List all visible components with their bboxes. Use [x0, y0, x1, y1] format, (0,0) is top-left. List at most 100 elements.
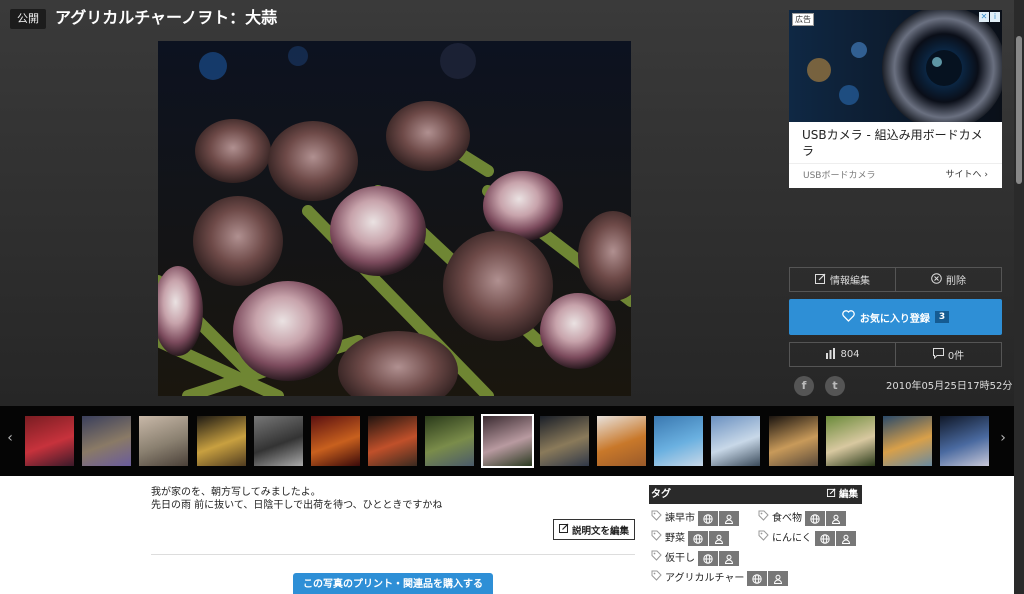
user-icon[interactable]: [709, 531, 729, 546]
delete-icon: [931, 272, 942, 287]
thumb-red-alley[interactable]: [25, 416, 74, 466]
edit-delete-row: 情報編集 削除: [789, 267, 1002, 292]
scrollbar[interactable]: [1014, 0, 1024, 594]
globe-icon[interactable]: [747, 571, 768, 586]
edit-icon: [558, 523, 569, 536]
tag-label[interactable]: 野菜: [665, 531, 685, 547]
globe-icon[interactable]: [698, 551, 718, 566]
tag-item[interactable]: 食べ物: [758, 510, 846, 527]
tag-label[interactable]: アグリカルチャー: [665, 571, 744, 587]
bar-chart-icon: [825, 347, 836, 362]
heart-icon: [842, 309, 855, 325]
ad-label: 広告: [792, 13, 814, 26]
filmstrip-next-icon[interactable]: ›: [996, 430, 1010, 446]
visibility-badge: 公開: [10, 9, 46, 29]
ad-domain: USBボードカメラ: [803, 171, 876, 181]
comment-icon: [932, 347, 944, 362]
tag-actions: [698, 511, 739, 526]
favorite-label: お気に入り登録: [859, 313, 930, 325]
thumb-onions[interactable]: [597, 416, 646, 466]
thumb-harbor[interactable]: [711, 416, 760, 466]
thumb-lantern-street[interactable]: [368, 416, 417, 466]
thumb-beach-sunset[interactable]: [883, 416, 932, 466]
ad-site-link[interactable]: サイトへ ›: [946, 168, 989, 182]
tag-icon: [651, 550, 662, 567]
thumb-night-street[interactable]: [82, 416, 131, 466]
filmstrip: ‹ ›: [0, 406, 1024, 476]
tag-item[interactable]: 仮干し: [651, 550, 739, 567]
thumb-sunset-sky[interactable]: [139, 416, 188, 466]
filmstrip-prev-icon[interactable]: ‹: [3, 430, 17, 446]
divider: [151, 554, 635, 555]
facebook-icon[interactable]: f: [794, 376, 814, 396]
thumb-night-market[interactable]: [197, 416, 246, 466]
comments-stat[interactable]: 0件: [895, 343, 1001, 366]
thumb-shop-window[interactable]: [769, 416, 818, 466]
favorite-button[interactable]: お気に入り登録 3: [789, 299, 1002, 335]
delete-button[interactable]: 削除: [895, 268, 1001, 291]
views-count: 804: [840, 349, 860, 360]
edit-icon: [815, 273, 826, 287]
thumb-night-bus[interactable]: [940, 416, 989, 466]
favorite-count: 3: [934, 311, 950, 323]
user-icon[interactable]: [768, 571, 789, 586]
chevron-right-icon: ›: [984, 170, 988, 180]
tag-icon: [651, 510, 662, 527]
tag-icon: [651, 530, 662, 547]
ad-banner[interactable]: 広告 ✕ i USBカメラ - 組込み用ボードカメラ USBボードカメラ サイト…: [789, 10, 1002, 188]
user-icon[interactable]: [719, 511, 739, 526]
main-photo[interactable]: [158, 41, 631, 396]
thumb-garlic[interactable]: [481, 414, 534, 468]
edit-info-button[interactable]: 情報編集: [790, 268, 895, 291]
tag-icon: [651, 570, 662, 587]
page-title: アグリカルチャーノヲト：大蒜: [55, 8, 278, 27]
edit-tags-label: 編集: [838, 489, 858, 500]
user-icon[interactable]: [826, 511, 846, 526]
stats-row: 804 0件: [789, 342, 1002, 367]
views-stat[interactable]: 804: [790, 343, 895, 366]
delete-label: 削除: [946, 276, 966, 287]
globe-icon[interactable]: [698, 511, 718, 526]
tag-actions: [698, 551, 739, 566]
tag-item[interactable]: にんにく: [758, 530, 856, 547]
ad-divider: [789, 163, 1002, 164]
tag-label[interactable]: 仮干し: [665, 551, 695, 567]
tag-icon: [758, 510, 769, 527]
thumb-night-table[interactable]: [540, 416, 589, 466]
tag-actions: [814, 531, 856, 546]
thumb-cat-red[interactable]: [311, 416, 360, 466]
twitter-icon[interactable]: t: [825, 376, 845, 396]
tag-label[interactable]: 諫早市: [665, 511, 695, 527]
ad-close-icon[interactable]: ✕: [979, 12, 989, 22]
ad-image[interactable]: [789, 10, 1002, 122]
tag-label[interactable]: にんにく: [772, 531, 812, 547]
globe-icon[interactable]: [805, 511, 825, 526]
description-line-1: 我が家のを、朝方写してみましたよ。: [151, 487, 321, 498]
user-icon[interactable]: [835, 531, 856, 546]
edit-info-label: 情報編集: [830, 276, 870, 287]
scrollbar-thumb[interactable]: [1016, 36, 1022, 184]
globe-icon[interactable]: [688, 531, 708, 546]
edit-description-button[interactable]: 説明文を編集: [553, 519, 635, 540]
thumb-box-green[interactable]: [826, 416, 875, 466]
tag-item[interactable]: アグリカルチャー: [651, 570, 789, 587]
ad-title[interactable]: USBカメラ - 組込み用ボードカメラ: [802, 127, 992, 159]
thumb-blue-car[interactable]: [654, 416, 703, 466]
photo-date: 2010年05月25日17時52分: [886, 381, 1013, 392]
user-icon[interactable]: [719, 551, 739, 566]
tag-item[interactable]: 諫早市: [651, 510, 739, 527]
edit-tags-button[interactable]: 編集: [826, 485, 858, 504]
tag-actions: [805, 511, 846, 526]
tag-item[interactable]: 野菜: [651, 530, 729, 547]
tag-actions: [688, 531, 729, 546]
tag-label[interactable]: 食べ物: [772, 511, 802, 527]
thumb-bw-market[interactable]: [254, 416, 303, 466]
ad-info-icon[interactable]: i: [990, 12, 1000, 22]
buy-print-button[interactable]: この写真のプリント・関連品を購入する: [293, 573, 493, 594]
photo-stage: 公開 アグリカルチャーノヲト：大蒜 広告 ✕ i USBカメラ - 組込み用ボー…: [0, 0, 1024, 406]
ad-site-link-label: サイトへ: [945, 170, 982, 180]
tag-icon: [758, 530, 769, 547]
globe-icon[interactable]: [814, 531, 835, 546]
thumb-rice-terrace[interactable]: [425, 416, 474, 466]
description-line-2: 先日の雨 前に抜いて、日陰干しで出荷を待つ、ひとときですかね: [151, 500, 443, 511]
